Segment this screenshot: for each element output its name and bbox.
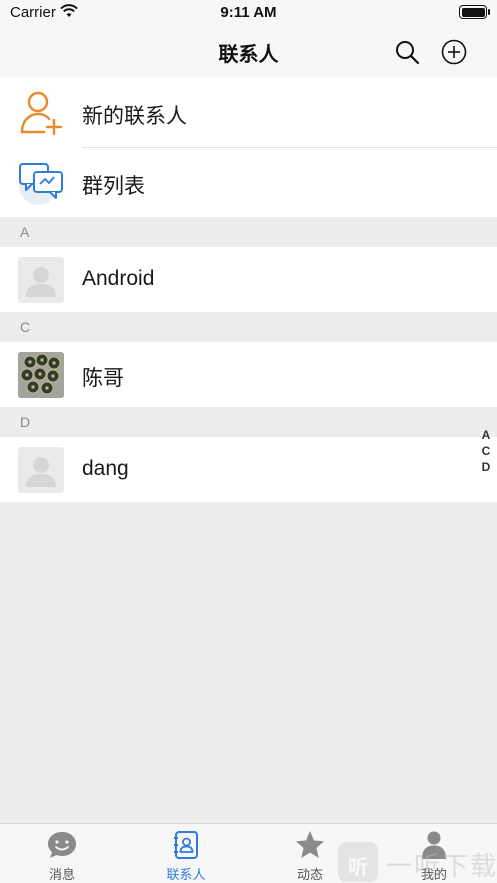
- group-list-row[interactable]: 群列表: [0, 148, 497, 217]
- tab-messages[interactable]: 消息: [0, 824, 124, 883]
- watermark-glyph: 听: [348, 857, 368, 879]
- contacts-book-icon: [174, 831, 198, 859]
- section-header-c: C: [0, 312, 497, 342]
- contact-name: 陈哥: [82, 367, 124, 390]
- watermark-text: 一听下载: [386, 851, 497, 881]
- avatar: [18, 447, 64, 493]
- avatar: [18, 352, 64, 398]
- add-user-icon: [20, 91, 63, 136]
- status-time: 9:11 AM: [220, 4, 277, 21]
- default-avatar-icon: [26, 457, 56, 487]
- coins-photo-icon: [18, 352, 64, 398]
- tab-label: 联系人: [166, 867, 206, 882]
- contact-name: Android: [82, 267, 155, 290]
- index-letter-a[interactable]: A: [479, 427, 493, 443]
- contact-row-dang[interactable]: dang: [0, 437, 497, 502]
- star-icon: [296, 831, 324, 858]
- index-letter-c[interactable]: C: [479, 443, 493, 459]
- battery-icon: [459, 5, 490, 19]
- contact-name: dang: [82, 457, 129, 480]
- chat-bubble-icon: [48, 832, 76, 858]
- contact-row-android[interactable]: Android: [0, 247, 497, 312]
- new-contacts-label: 新的联系人: [82, 105, 187, 128]
- section-header-a: A: [0, 217, 497, 247]
- section-letter: D: [20, 414, 31, 430]
- new-contacts-row[interactable]: 新的联系人: [0, 78, 497, 148]
- group-chat-icon: [19, 163, 63, 205]
- contact-row-chenge[interactable]: 陈哥: [0, 342, 497, 407]
- tab-label: 消息: [48, 867, 75, 882]
- section-letter: A: [20, 224, 30, 240]
- section-letter: C: [20, 319, 31, 335]
- page-title: 联系人: [218, 44, 279, 66]
- section-index-bar[interactable]: A C D: [479, 427, 493, 475]
- index-letter-d[interactable]: D: [479, 459, 493, 475]
- section-header-d: D: [0, 407, 497, 437]
- watermark: 听 一听下载: [338, 840, 497, 883]
- group-list-label: 群列表: [82, 175, 145, 198]
- avatar: [18, 257, 64, 303]
- watermark-logo-icon: 听: [338, 842, 378, 882]
- plus-circle-icon[interactable]: [440, 38, 468, 66]
- search-icon[interactable]: [393, 38, 421, 66]
- default-avatar-icon: [26, 267, 56, 297]
- tab-contacts[interactable]: 联系人: [124, 824, 248, 883]
- status-bar: Carrier 9:11 AM: [0, 0, 497, 26]
- nav-bar: 联系人: [0, 26, 497, 78]
